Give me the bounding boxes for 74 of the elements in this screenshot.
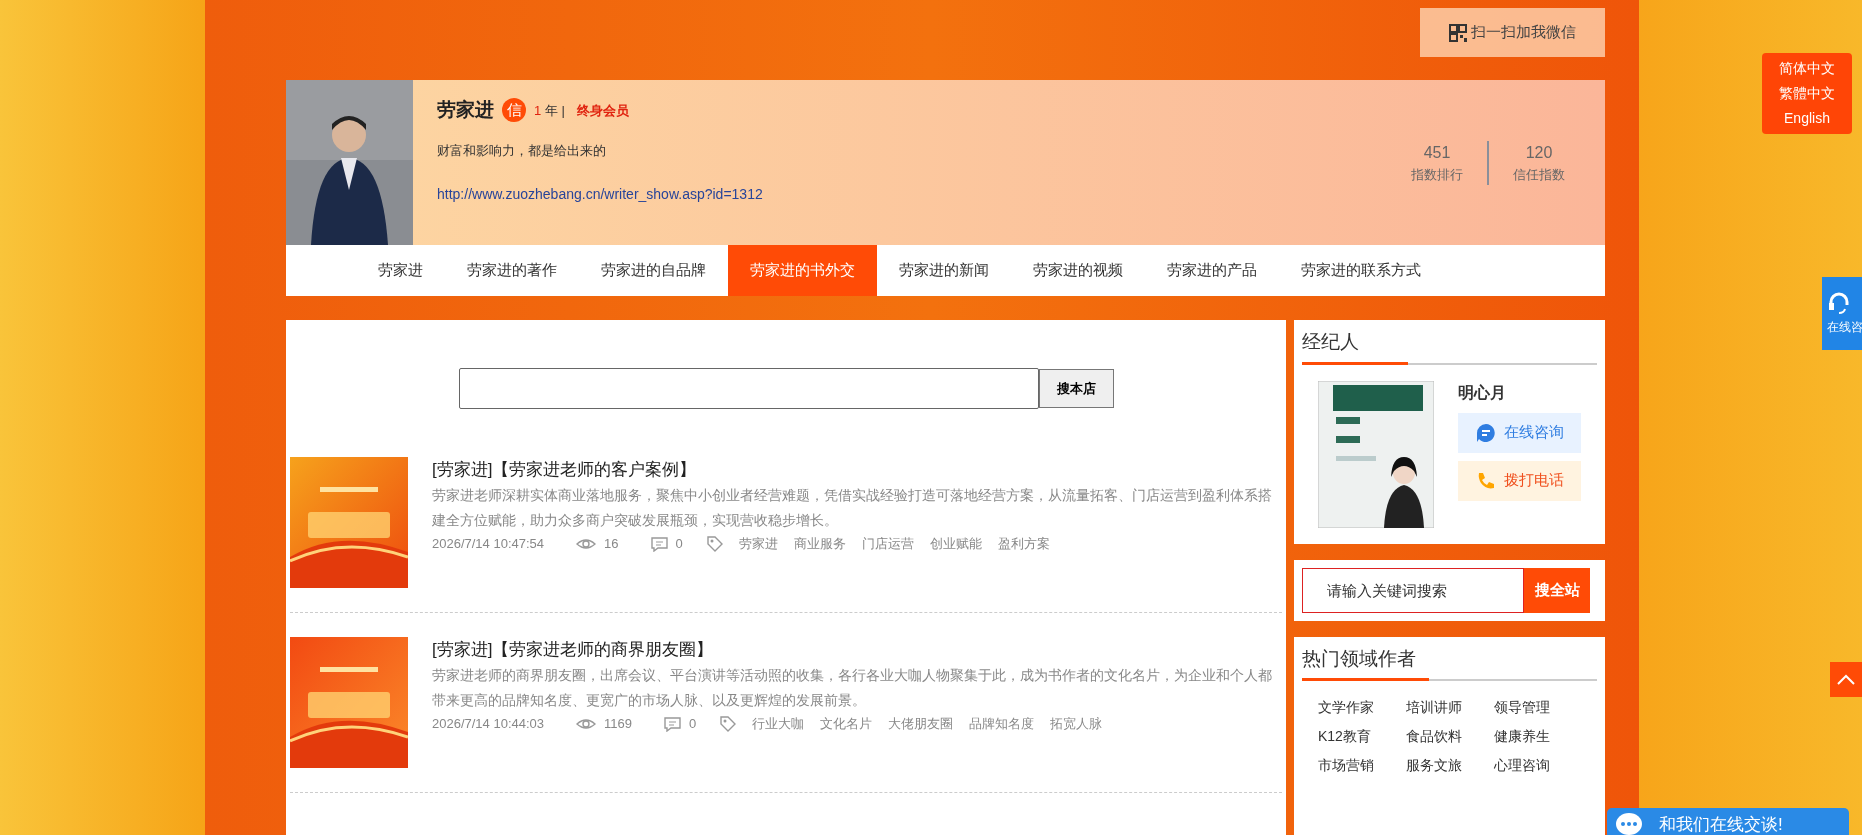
call-button[interactable]: 拨打电话 bbox=[1458, 460, 1581, 501]
field-link[interactable]: 市场营销 bbox=[1318, 755, 1398, 776]
article-tag[interactable]: 盈利方案 bbox=[997, 534, 1050, 554]
chevron-up-icon bbox=[1836, 673, 1856, 686]
nav-tab[interactable]: 劳家进的书外交 bbox=[728, 245, 877, 296]
post-time: 2026/7/14 10:44:03 bbox=[432, 715, 545, 734]
nav-tab[interactable]: 劳家进的视频 bbox=[1011, 245, 1145, 296]
article-tag[interactable]: 创业赋能 bbox=[929, 534, 982, 554]
chat-bubble-icon bbox=[1475, 422, 1496, 443]
article-tag[interactable]: 商业服务 bbox=[793, 534, 846, 554]
chat-bar-label: 和我们在线交谈! bbox=[1659, 814, 1783, 835]
wechat-button[interactable]: 扫一扫加我微信 bbox=[1420, 8, 1605, 57]
shop-search-field[interactable] bbox=[458, 368, 1039, 409]
trust-badge: 信 bbox=[502, 98, 526, 123]
stat-value: 120 bbox=[1524, 142, 1554, 163]
site-search-field[interactable]: 请输入关键词搜索 bbox=[1302, 567, 1524, 613]
article-tag[interactable]: 文化名片 bbox=[820, 714, 873, 734]
stat-label: 信任指数 bbox=[1512, 165, 1566, 184]
article-tag[interactable]: 门店运营 bbox=[861, 534, 914, 554]
nav-tab[interactable]: 劳家进的自品牌 bbox=[579, 245, 728, 296]
field-link[interactable]: 培训讲师 bbox=[1406, 697, 1486, 718]
membership-years: 1 年 | bbox=[534, 101, 565, 120]
post-time: 2026/7/14 10:47:54 bbox=[432, 535, 545, 554]
author-motto: 财富和影响力，都是给出来的 bbox=[437, 141, 607, 160]
comment-count: 0 bbox=[689, 715, 697, 734]
back-to-top-button[interactable] bbox=[1830, 662, 1862, 697]
article-tag[interactable]: 行业大咖 bbox=[752, 714, 805, 734]
chat-bar[interactable]: 和我们在线交谈! bbox=[1607, 808, 1849, 835]
article-title[interactable]: [劳家进]【劳家进老师的商界朋友圈】 bbox=[432, 637, 1282, 663]
stat-value: 451 bbox=[1422, 142, 1452, 163]
agent-name: 明心月 bbox=[1458, 382, 1507, 403]
language-link[interactable]: 简体中文 bbox=[1762, 58, 1852, 79]
article-tag[interactable]: 劳家进 bbox=[738, 534, 778, 554]
comment-icon bbox=[664, 716, 682, 732]
article-title[interactable]: [劳家进]【劳家进老师的客户案例】 bbox=[432, 457, 1282, 483]
stat-label: 指数排行 bbox=[1410, 165, 1464, 184]
article-tag[interactable]: 拓宽人脉 bbox=[1050, 714, 1103, 734]
shop-search-button[interactable]: 搜本店 bbox=[1038, 369, 1114, 408]
language-link[interactable]: English bbox=[1762, 108, 1852, 129]
consult-button[interactable]: 在线咨询 bbox=[1458, 412, 1581, 453]
article-tag[interactable]: 大佬朋友圈 bbox=[888, 714, 954, 734]
field-link[interactable]: 领导管理 bbox=[1494, 697, 1574, 718]
article-summary: 劳家进老师的商界朋友圈，出席会议、平台演讲等活动照的收集，各行各业大咖人物聚集于此，成为书作者的文化名片，为企业和个人都带来更高的品牌知名度、更宽广的市场人脉、以及更辉煌的发展前景。 bbox=[432, 665, 1273, 711]
field-link[interactable]: 食品饮料 bbox=[1406, 726, 1486, 747]
language-link[interactable]: 繁體中文 bbox=[1762, 83, 1852, 104]
nav-tab[interactable]: 劳家进的新闻 bbox=[877, 245, 1011, 296]
field-link[interactable]: 服务文旅 bbox=[1406, 755, 1486, 776]
field-link[interactable]: 文学作家 bbox=[1318, 697, 1398, 718]
site-search-button[interactable]: 搜全站 bbox=[1524, 567, 1590, 613]
field-link[interactable]: K12教育 bbox=[1318, 726, 1398, 747]
headset-icon bbox=[1827, 291, 1851, 314]
comment-count: 0 bbox=[675, 535, 683, 554]
view-count: 1169 bbox=[604, 715, 633, 734]
qr-code-icon bbox=[1449, 23, 1467, 42]
nav-tab[interactable]: 劳家进的产品 bbox=[1145, 245, 1279, 296]
section-heading: 经纪人 bbox=[1302, 331, 1359, 352]
tag-icon bbox=[720, 716, 737, 733]
eye-icon bbox=[576, 537, 597, 552]
comment-icon bbox=[650, 536, 668, 552]
field-link[interactable]: 心理咨询 bbox=[1494, 755, 1574, 776]
tag-icon bbox=[706, 536, 723, 553]
chat-icon bbox=[1615, 812, 1643, 835]
author-name: 劳家进 bbox=[437, 98, 494, 122]
profile-link[interactable]: http://www.zuozhebang.cn/writer_show.asp?id=1312 bbox=[437, 184, 1387, 205]
membership-level: 终身会员 bbox=[576, 101, 629, 120]
nav-tab[interactable]: 劳家进的著作 bbox=[445, 245, 579, 296]
article-tag[interactable]: 品牌知名度 bbox=[969, 714, 1035, 734]
nav-tab[interactable]: 劳家进的联系方式 bbox=[1279, 245, 1443, 296]
view-count: 16 bbox=[604, 535, 619, 554]
article-summary: 劳家进老师深耕实体商业落地服务，聚焦中小创业者经营难题，凭借实战经验打造可落地经营方案，从流量拓客、门店运营到盈利体系搭建全方位赋能，助力众多商户突破发展瓶颈，实现营收稳步增长。 bbox=[432, 485, 1273, 531]
field-link[interactable]: 健康养生 bbox=[1494, 726, 1574, 747]
eye-icon bbox=[576, 717, 597, 732]
section-heading: 热门领域作者 bbox=[1302, 647, 1416, 669]
nav-tab[interactable]: 劳家进 bbox=[356, 245, 445, 296]
